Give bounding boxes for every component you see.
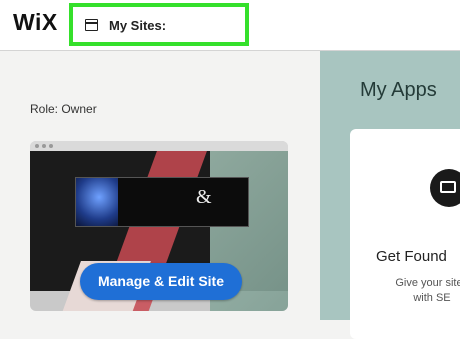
manage-edit-site-button[interactable]: Manage & Edit Site [80, 263, 242, 300]
laptop-icon [430, 169, 460, 207]
get-found-description-line: Give your site t [395, 277, 460, 289]
get-found-card[interactable]: Get Found Give your site t with SE [350, 129, 460, 339]
get-found-description: Give your site t with SE [384, 276, 460, 306]
chrome-dot [49, 144, 53, 148]
laptop-screen-shape [440, 181, 456, 193]
get-found-description-line: with SE [413, 292, 451, 304]
preview-banner: & [75, 177, 249, 227]
preview-banner-ampersand: & [196, 186, 212, 208]
my-sites-button[interactable]: My Sites: [69, 3, 249, 46]
top-bar: WiX My Sites: [0, 0, 460, 51]
browser-window-icon [85, 19, 98, 31]
preview-browser-chrome [30, 141, 288, 151]
role-text: Role: Owner [30, 102, 97, 116]
site-preview-thumbnail[interactable]: & Manage & Edit Site [30, 141, 288, 311]
wix-logo[interactable]: WiX [13, 9, 58, 36]
get-found-title: Get Found [376, 248, 447, 265]
my-apps-title: My Apps [360, 79, 437, 101]
chrome-dot [42, 144, 46, 148]
chrome-dot [35, 144, 39, 148]
preview-banner-photo [76, 178, 118, 226]
my-sites-label: My Sites: [109, 18, 167, 33]
my-apps-panel: My Apps Get Found Give your site t with … [320, 51, 460, 339]
